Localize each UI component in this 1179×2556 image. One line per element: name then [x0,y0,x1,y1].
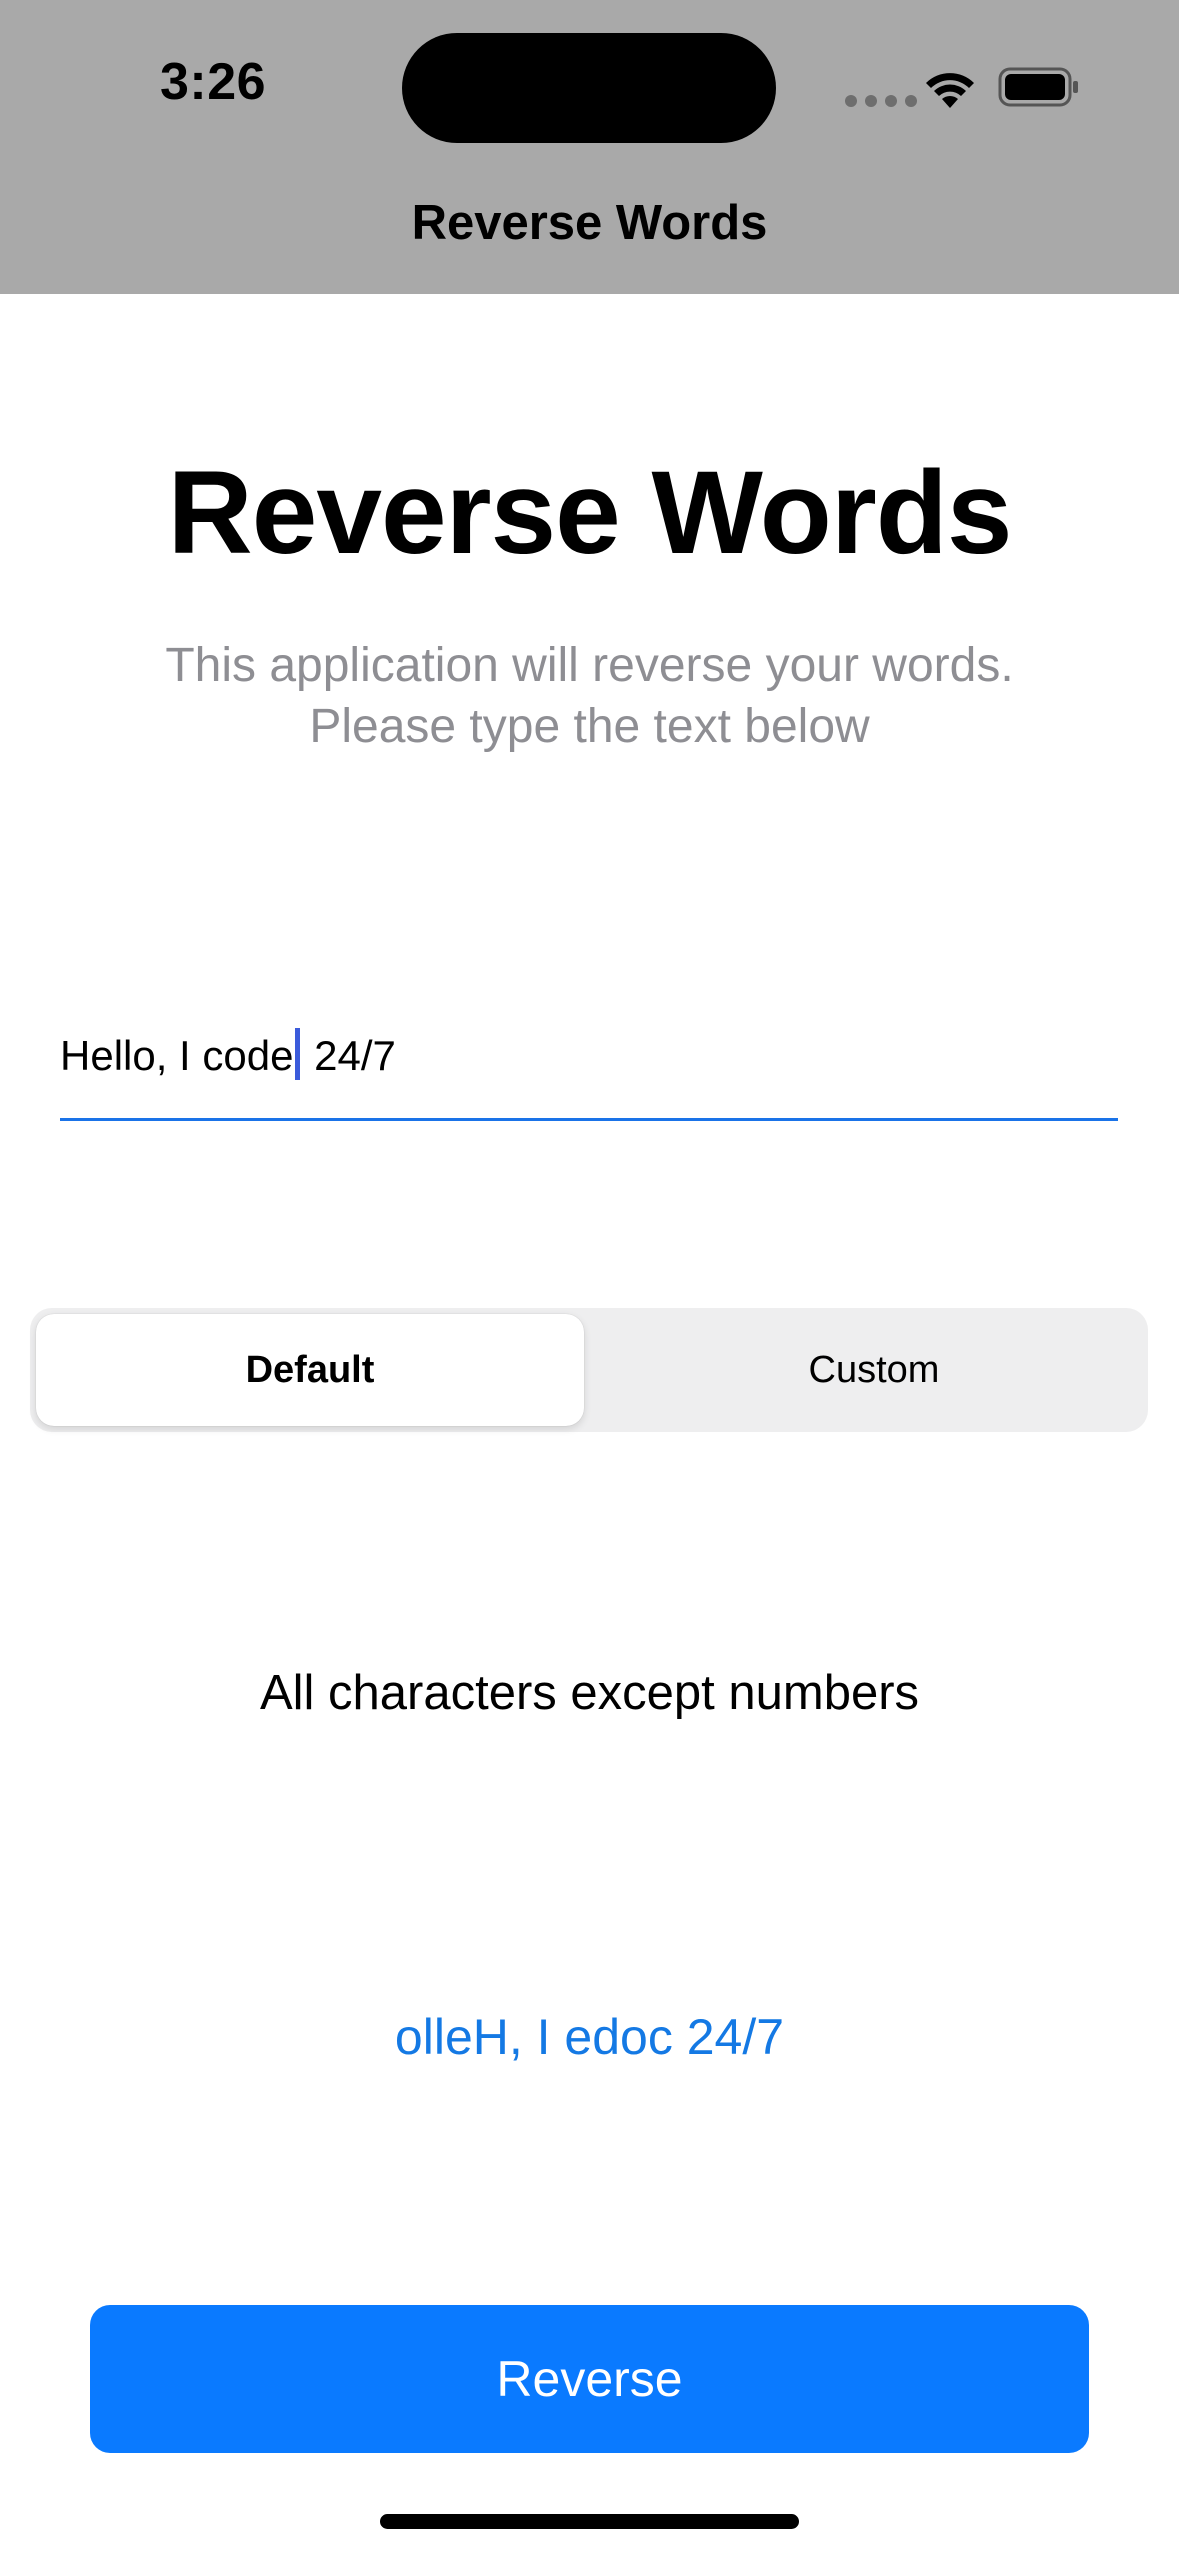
battery-icon [998,67,1078,107]
wifi-icon [926,73,974,108]
page-subtitle: This application will reverse your words… [0,635,1179,757]
reverse-button[interactable]: Reverse [90,2305,1089,2453]
result-text: olleH, I edoc 24/7 [394,2009,785,2065]
subtitle-line-1: This application will reverse your words… [165,639,1014,692]
home-indicator[interactable] [380,2514,799,2529]
signal-dots-icon [845,95,917,107]
segment-default[interactable]: Default [36,1314,584,1426]
nav-title: Reverse Words [411,196,768,250]
navigation-header: 3:26 Reverse Words [0,0,1179,294]
page-title: Reverse Words [167,447,1013,579]
dynamic-island [402,33,776,143]
input-text-after-caret: 24/7 [302,1032,396,1079]
text-input-value[interactable]: Hello, I code 24/7 [60,1028,396,1080]
mode-segmented-control: Default Custom [30,1308,1148,1432]
status-time: 3:26 [160,53,267,111]
text-caret [295,1028,301,1080]
mode-description: All characters except numbers [259,1666,920,1720]
text-input-field[interactable]: Hello, I code 24/7 [60,1020,1118,1121]
segment-custom[interactable]: Custom [600,1314,1148,1426]
input-text-before-caret: Hello, I code [60,1032,294,1079]
subtitle-line-2: Please type the text below [309,700,870,753]
